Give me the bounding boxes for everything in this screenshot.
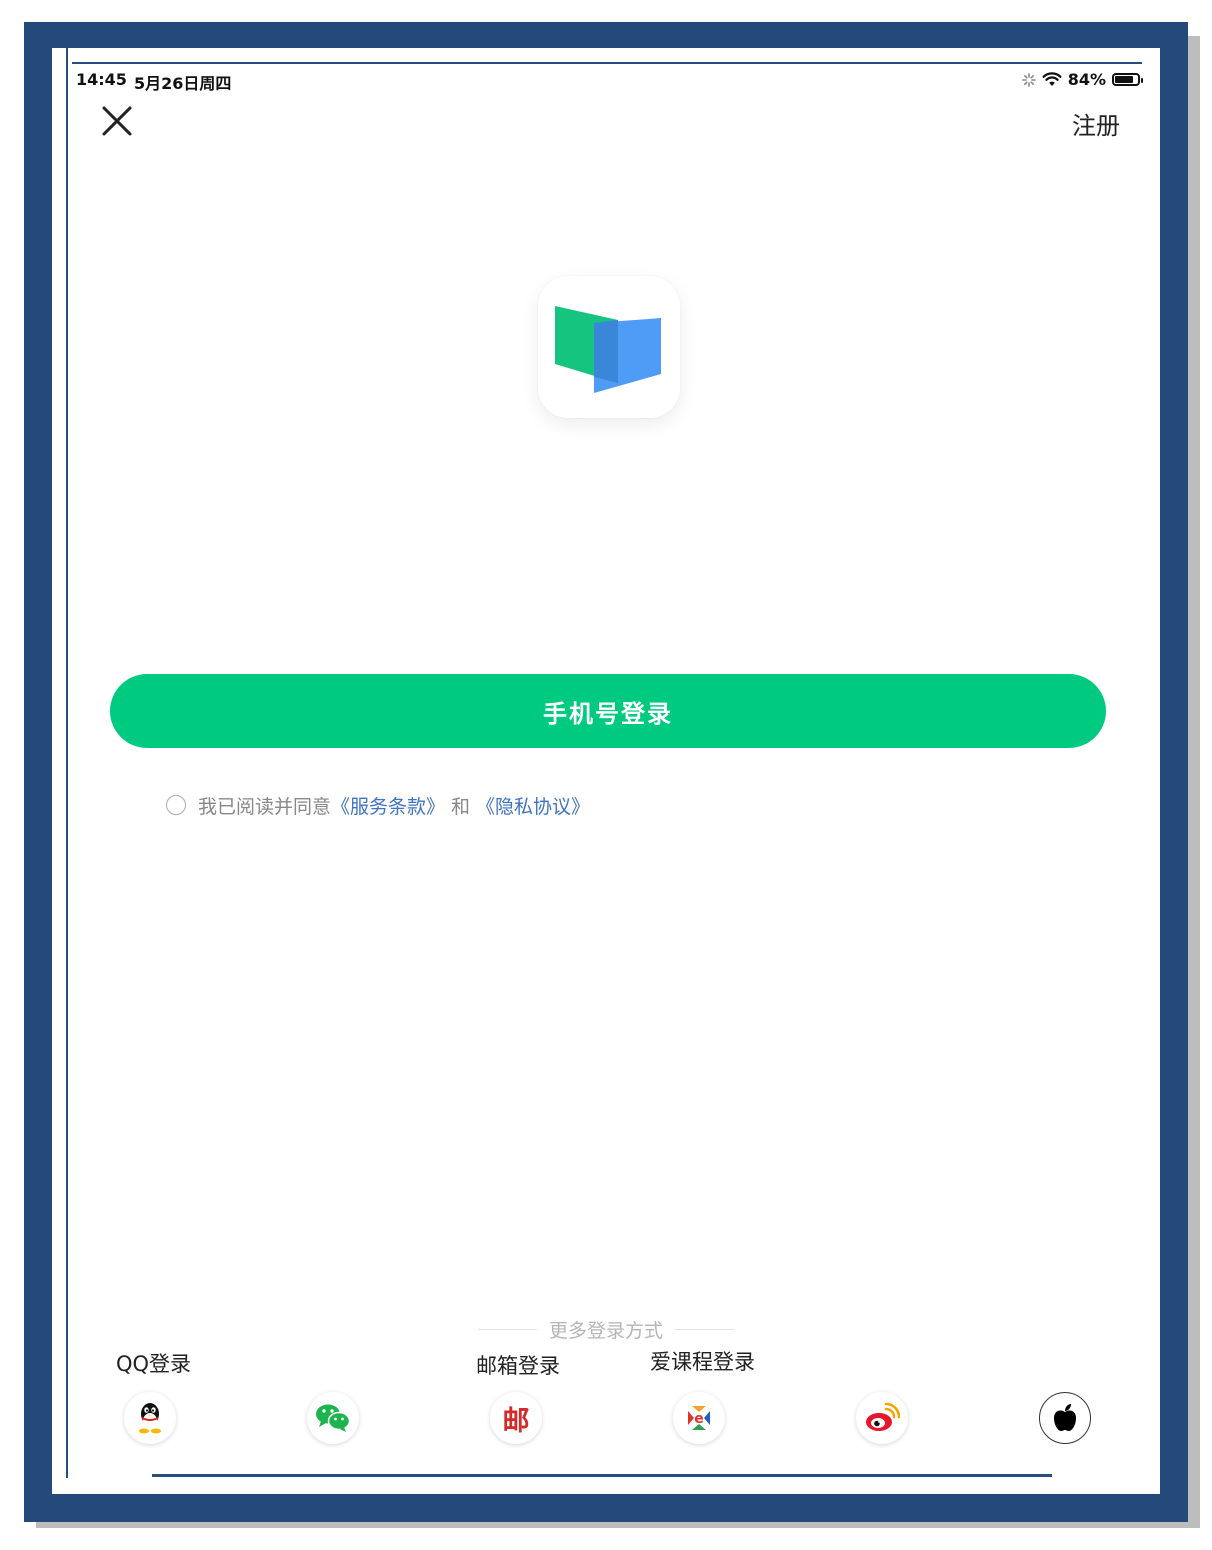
qq-login-button[interactable]	[124, 1392, 176, 1444]
battery-percent: 84%	[1067, 70, 1106, 89]
status-bar: 14:45 5月26日周四 84%	[76, 70, 1143, 93]
mail-login-label: 邮箱登录	[476, 1354, 560, 1378]
agreement-and: 和	[451, 795, 471, 818]
status-date: 5月26日周四	[134, 74, 232, 93]
wifi-icon	[1042, 72, 1062, 86]
phone-login-button[interactable]: 手机号登录	[110, 674, 1106, 748]
apple-login-button[interactable]	[1039, 1392, 1091, 1444]
svg-text:e: e	[694, 1411, 704, 1427]
close-icon	[102, 106, 132, 136]
qq-login-label: QQ登录	[116, 1352, 192, 1376]
wechat-login-button[interactable]	[307, 1392, 359, 1444]
agree-radio[interactable]	[166, 795, 186, 815]
weibo-icon	[866, 1402, 900, 1431]
divider-line	[675, 1328, 735, 1330]
agreement-prefix: 我已阅读并同意	[198, 795, 332, 818]
icourse-login-button[interactable]: e	[673, 1392, 725, 1444]
activity-spinner-icon	[1021, 72, 1036, 87]
divider-line	[478, 1328, 537, 1330]
login-screen: 14:45 5月26日周四 84% 注册 手机号登录 我已阅读并同意 《服务条款…	[52, 48, 1160, 1494]
battery-icon	[1112, 73, 1143, 86]
mail-icon: 邮	[502, 1405, 530, 1437]
frame-line	[72, 62, 1142, 64]
privacy-link[interactable]: 《隐私协议》	[476, 792, 590, 819]
more-login-divider: 更多登录方式	[478, 1316, 735, 1342]
agreement-row: 我已阅读并同意 《服务条款》 和 《隐私协议》	[166, 792, 590, 818]
battery-fill	[1115, 76, 1134, 83]
more-login-label: 更多登录方式	[549, 1319, 664, 1342]
mail-login-button[interactable]: 邮	[490, 1392, 542, 1444]
icourse-login-label: 爱课程登录	[650, 1350, 755, 1374]
wechat-icon	[316, 1404, 351, 1432]
apple-icon	[1054, 1404, 1076, 1431]
frame-line	[152, 1474, 1052, 1477]
qq-icon	[139, 1403, 161, 1434]
terms-link[interactable]: 《服务条款》	[331, 792, 445, 819]
close-button[interactable]	[100, 104, 134, 138]
register-button[interactable]: 注册	[1072, 106, 1120, 141]
icourse-icon: e	[688, 1406, 710, 1430]
status-time: 14:45	[76, 70, 127, 89]
weibo-login-button[interactable]	[856, 1392, 908, 1444]
frame-line	[66, 48, 68, 1478]
status-right: 84%	[1021, 70, 1143, 89]
app-logo	[538, 276, 680, 418]
open-book-logo-icon	[555, 306, 661, 393]
